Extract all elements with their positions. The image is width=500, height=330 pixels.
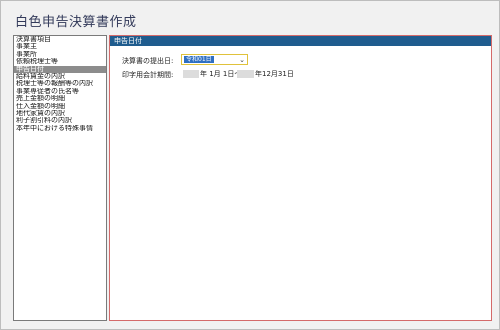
panel-header: 申告日付 xyxy=(110,36,491,46)
sidebar-item-jigyounushi[interactable]: 事業主 xyxy=(14,43,106,50)
sidebar-item-kyuryo[interactable]: 給料賃金の内訳 xyxy=(14,73,106,80)
chevron-down-icon: ⌄ xyxy=(239,56,245,64)
app-window: 白色申告決算書作成 決算書項目 事業主 事業所 依頼税理士等 申告日付 給料賃金… xyxy=(0,0,500,330)
period-end-text: 年12月31日 xyxy=(255,70,294,78)
submit-date-dropdown[interactable]: 令和01日 ⌄ xyxy=(181,54,248,65)
sidebar-item-zeirishi[interactable]: 依頼税理士等 xyxy=(14,58,106,65)
sidebar-item-tokushu[interactable]: 本年中における特殊事情 xyxy=(14,125,106,132)
sidebar-item-senjusha[interactable]: 事業専従者の氏名等 xyxy=(14,88,106,95)
sidebar-item-uriage[interactable]: 売上金額の明細 xyxy=(14,95,106,102)
period-start-text: 年 1月 1日～ xyxy=(200,70,242,78)
period-start-year-redacted xyxy=(183,70,199,78)
settings-panel: 申告日付 決算書の提出日: 令和01日 ⌄ 印字用会計期間: 年 1月 1日～ … xyxy=(109,35,492,321)
sidebar-item-rishi[interactable]: 利子割引料の内訳 xyxy=(14,117,106,124)
sidebar-item-jigyousho[interactable]: 事業所 xyxy=(14,51,106,58)
submit-date-label: 決算書の提出日: xyxy=(122,57,174,65)
period-end-year-redacted xyxy=(237,70,254,78)
sidebar-item-chidai[interactable]: 地代家賃の内訳 xyxy=(14,110,106,117)
sidebar-list[interactable]: 決算書項目 事業主 事業所 依頼税理士等 申告日付 給料賃金の内訳 税理士等の報… xyxy=(13,35,107,321)
submit-date-value: 令和01日 xyxy=(184,56,214,63)
app-title: 白色申告決算書作成 xyxy=(15,15,137,30)
print-period-label: 印字用会計期間: xyxy=(122,71,174,79)
sidebar-item-houshu[interactable]: 税理士等の報酬等の内訳 xyxy=(14,80,106,87)
sidebar-item-shinkoku-hizuke[interactable]: 申告日付 xyxy=(14,65,106,73)
sidebar-item-shiire[interactable]: 仕入金額の明細 xyxy=(14,103,106,110)
sidebar-item-kessansho-koumoku[interactable]: 決算書項目 xyxy=(14,36,106,43)
